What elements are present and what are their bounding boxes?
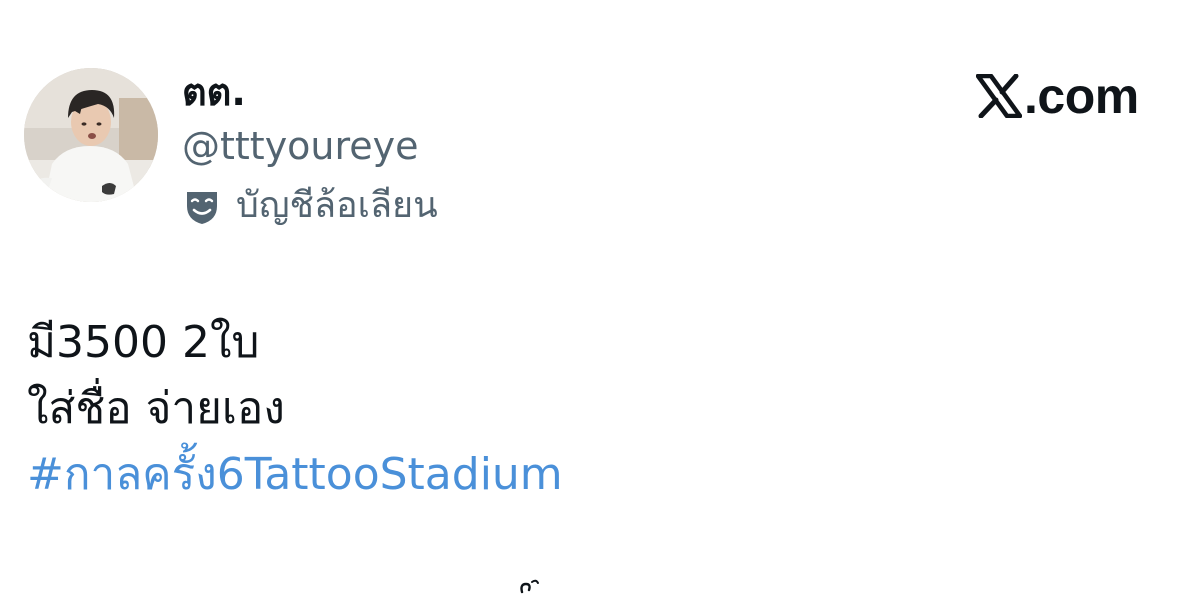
avatar-photo (24, 68, 158, 202)
avatar[interactable] (24, 68, 158, 202)
author-handle[interactable]: @tttyoureye (182, 122, 419, 170)
x-com-branding: .com (975, 68, 1139, 124)
tweet-line-2: ใส่ชื่อ จ่ายเอง (27, 383, 285, 434)
parody-mask-icon (182, 186, 222, 226)
author-display-name[interactable]: ตต. (182, 70, 246, 114)
parody-account-badge: บัญชีล้อเลียน (182, 181, 438, 231)
cropped-text-fragment (520, 579, 539, 594)
parody-account-label: บัญชีล้อเลียน (236, 185, 438, 226)
tweet-card: ตต. @tttyoureye บัญชีล้อเลียน .com มี350… (0, 0, 1199, 594)
hashtag-link[interactable]: #กาลครั้ง6TattooStadium (27, 442, 1127, 508)
tweet-text: มี3500 2ใบ ใส่ชื่อ จ่ายเอง #กาลครั้ง6Tat… (27, 310, 1127, 508)
tweet-line-1: มี3500 2ใบ (27, 317, 260, 368)
brand-domain-text: .com (1024, 68, 1139, 124)
x-logo-icon (975, 73, 1023, 119)
